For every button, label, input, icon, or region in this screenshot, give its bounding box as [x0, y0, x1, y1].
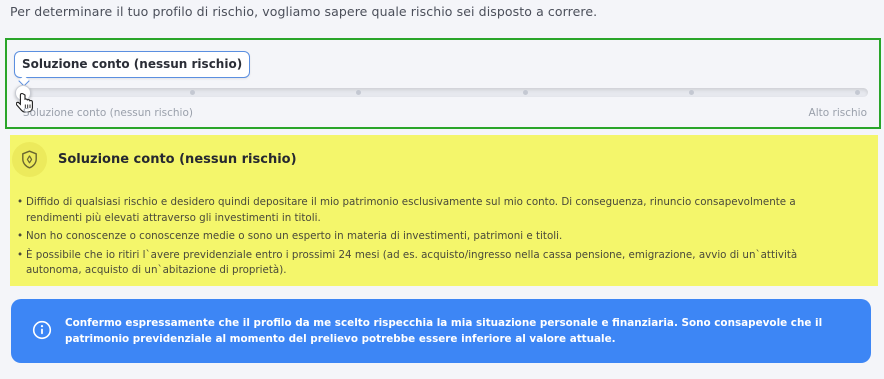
confirmation-notice: Confermo espressamente che il profilo da…: [11, 299, 871, 363]
profile-title: Soluzione conto (nessun rischio): [58, 152, 297, 167]
risk-profile-card: Soluzione conto (nessun rischio) Diffido…: [10, 135, 878, 286]
list-item: Non ho conoscenze o conoscenze medie o s…: [17, 229, 853, 245]
risk-slider-track[interactable]: [19, 88, 868, 97]
slider-step-6[interactable]: [855, 90, 860, 95]
list-item: È possibile che io ritiri l`avere previd…: [17, 248, 853, 279]
slider-step-5[interactable]: [689, 90, 694, 95]
slider-step-2[interactable]: [190, 90, 195, 95]
intro-text: Per determinare il tuo profilo di rischi…: [10, 4, 598, 19]
shield-icon: [22, 150, 37, 169]
list-item: Diffido di qualsiasi rischio e desidero …: [17, 195, 853, 226]
slider-max-label: Alto rischio: [808, 107, 867, 119]
risk-slider-panel: Soluzione conto (nessun rischio) Soluzio…: [5, 38, 881, 129]
confirmation-text: Confermo espressamente che il profilo da…: [65, 317, 823, 345]
slider-step-4[interactable]: [523, 90, 528, 95]
shield-icon-badge: [12, 142, 47, 177]
slider-step-3[interactable]: [356, 90, 361, 95]
info-icon: [32, 320, 52, 340]
slider-min-label: Soluzione conto (nessun rischio): [22, 107, 193, 119]
slider-tooltip: Soluzione conto (nessun rischio): [14, 51, 251, 78]
profile-description-list: Diffido di qualsiasi rischio e desidero …: [17, 195, 853, 282]
